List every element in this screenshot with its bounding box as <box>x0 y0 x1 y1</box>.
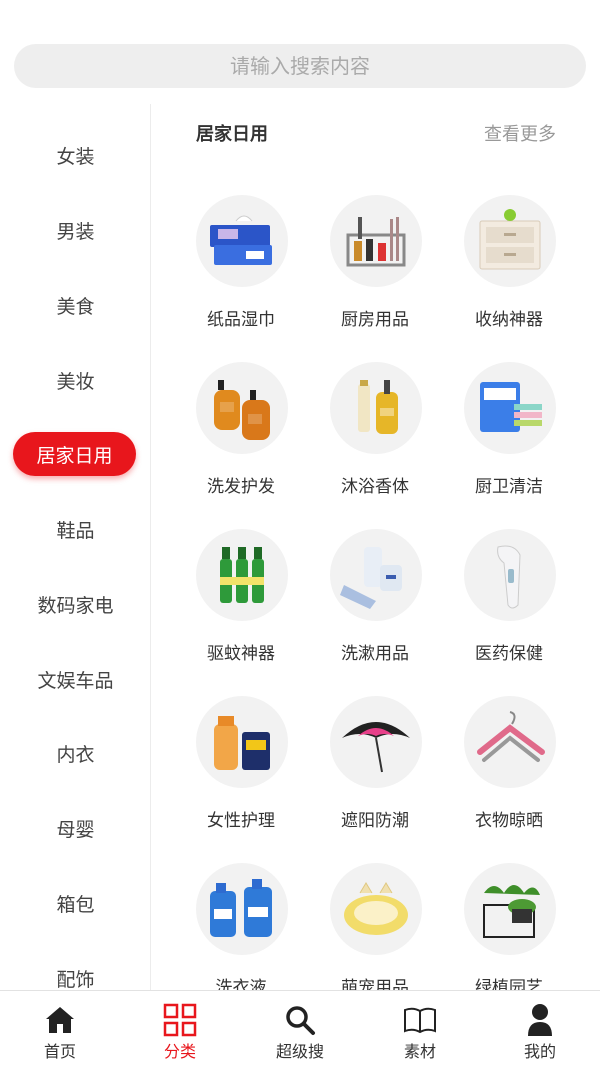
grid-item-kitchen[interactable]: 厨房用品 <box>308 195 442 355</box>
grid-item-mosquito[interactable]: 驱蚊神器 <box>174 529 308 689</box>
view-more-link[interactable]: 查看更多 <box>484 120 556 146</box>
grid-item-label: 萌宠用品 <box>341 978 409 990</box>
sidebar-item-underwear[interactable]: 内衣 <box>0 731 150 775</box>
grid-item-label: 纸品湿巾 <box>207 310 275 330</box>
grid-item-bodywash[interactable]: 沐浴香体 <box>308 362 442 522</box>
feminine-care-icon <box>196 696 288 788</box>
category-grid-icon <box>163 1003 197 1037</box>
category-sidebar: 女装 男装 美食 美妆 居家日用 鞋品 数码家电 文娱车品 内衣 母婴 箱包 配… <box>0 104 151 990</box>
clothes-hanger-icon <box>464 696 556 788</box>
tab-materials[interactable]: 素材 <box>360 991 480 1067</box>
sidebar-item-home-daily[interactable]: 居家日用 <box>13 432 136 476</box>
grid-item-label: 女性护理 <box>207 811 275 831</box>
mosquito-repellent-icon <box>196 529 288 621</box>
grid-item-label: 厨房用品 <box>341 310 409 330</box>
grid-item-tissue[interactable]: 纸品湿巾 <box>174 195 308 355</box>
sidebar-item-makeup[interactable]: 美妆 <box>0 358 150 402</box>
grid-item-label: 遮阳防潮 <box>341 811 409 831</box>
grid-item-label: 绿植园艺 <box>475 978 543 990</box>
thermometer-icon <box>464 529 556 621</box>
sidebar-item-men[interactable]: 男装 <box>0 208 150 252</box>
section-title: 居家日用 <box>196 124 268 145</box>
tab-label: 分类 <box>163 1042 196 1061</box>
search-icon <box>283 1004 317 1036</box>
grid-item-shampoo[interactable]: 洗发护发 <box>174 362 308 522</box>
sidebar-item-entertainment-car[interactable]: 文娱车品 <box>0 657 150 701</box>
search-bar[interactable] <box>14 44 586 88</box>
sidebar-item-baby[interactable]: 母婴 <box>0 806 150 850</box>
grid-item-plants[interactable]: 绿植园艺 <box>442 863 576 990</box>
potted-plant-icon <box>464 863 556 955</box>
grid-item-label: 洗漱用品 <box>341 644 409 664</box>
grid-item-umbrella[interactable]: 遮阳防潮 <box>308 696 442 856</box>
grid-item-pet[interactable]: 萌宠用品 <box>308 863 442 990</box>
tab-label: 素材 <box>403 1042 436 1061</box>
grid-item-label: 洗衣液 <box>215 978 267 990</box>
sidebar-item-bags[interactable]: 箱包 <box>0 881 150 925</box>
grid-item-label: 衣物晾晒 <box>475 811 543 831</box>
cleaning-cloth-icon <box>464 362 556 454</box>
storage-drawer-icon <box>464 195 556 287</box>
tab-label: 超级搜 <box>275 1042 324 1061</box>
search-input[interactable] <box>14 44 586 88</box>
grid-item-label: 驱蚊神器 <box>207 644 275 664</box>
sidebar-item-accessories[interactable]: 配饰 <box>0 956 150 991</box>
grid-item-laundry[interactable]: 洗衣液 <box>174 863 308 990</box>
grid-item-label: 收纳神器 <box>475 310 543 330</box>
grid-item-feminine[interactable]: 女性护理 <box>174 696 308 856</box>
umbrella-icon <box>330 696 422 788</box>
body-wash-icon <box>330 362 422 454</box>
sidebar-item-food[interactable]: 美食 <box>0 283 150 327</box>
grid-item-label: 沐浴香体 <box>341 477 409 497</box>
grid-item-label: 洗发护发 <box>207 477 275 497</box>
grid-item-toiletry[interactable]: 洗漱用品 <box>308 529 442 689</box>
tab-label: 我的 <box>523 1042 556 1061</box>
grid-item-storage[interactable]: 收纳神器 <box>442 195 576 355</box>
kitchen-rack-icon <box>330 195 422 287</box>
tab-mine[interactable]: 我的 <box>480 991 600 1067</box>
sidebar-item-digital[interactable]: 数码家电 <box>0 582 150 626</box>
tissue-box-icon <box>196 195 288 287</box>
grid-item-medical[interactable]: 医药保健 <box>442 529 576 689</box>
category-content: 居家日用 查看更多 纸品湿巾 厨房用品 收纳神器 洗发护发 沐浴香体 厨卫清洁 … <box>152 104 600 990</box>
home-icon <box>43 1004 77 1036</box>
tab-label: 首页 <box>43 1042 76 1061</box>
shampoo-bottle-icon <box>196 362 288 454</box>
bottom-tab-bar: 首页 分类 超级搜 素材 我的 <box>0 990 600 1067</box>
user-icon <box>523 1004 557 1036</box>
toiletry-set-icon <box>330 529 422 621</box>
tab-category[interactable]: 分类 <box>120 991 240 1067</box>
sidebar-item-shoes[interactable]: 鞋品 <box>0 507 150 551</box>
sidebar-item-women[interactable]: 女装 <box>0 133 150 177</box>
tab-home[interactable]: 首页 <box>0 991 120 1067</box>
book-icon <box>403 1004 437 1036</box>
grid-item-kitchen-clean[interactable]: 厨卫清洁 <box>442 362 576 522</box>
grid-item-hanger[interactable]: 衣物晾晒 <box>442 696 576 856</box>
grid-item-label: 厨卫清洁 <box>475 477 543 497</box>
laundry-detergent-icon <box>196 863 288 955</box>
tab-super-search[interactable]: 超级搜 <box>240 991 360 1067</box>
pet-bed-icon <box>330 863 422 955</box>
grid-item-label: 医药保健 <box>475 644 543 664</box>
